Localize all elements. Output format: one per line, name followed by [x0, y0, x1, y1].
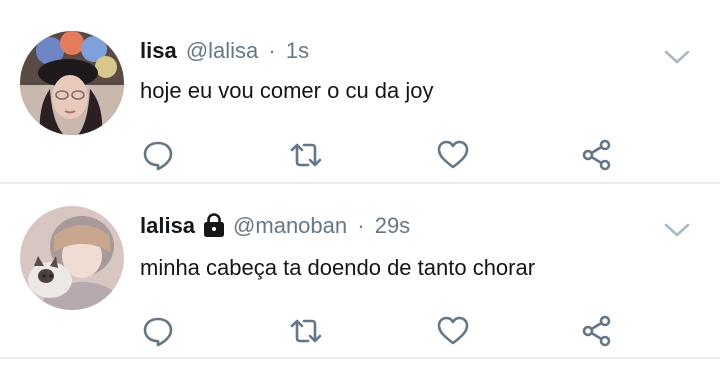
tweet-item[interactable]: lalisa @manoban · 29s minha cabeça ta doe…: [0, 0, 720, 358]
retweet-button[interactable]: [289, 314, 323, 348]
reply-button[interactable]: [141, 314, 175, 348]
separator: ·: [357, 213, 365, 238]
tweet-header: lalisa @manoban · 29s: [140, 212, 410, 239]
retweet-icon: [289, 314, 323, 348]
display-name[interactable]: lalisa: [140, 213, 195, 238]
lock-icon: [201, 212, 227, 238]
user-handle[interactable]: @manoban: [233, 213, 347, 238]
tweet-text: minha cabeça ta doendo de tanto chorar: [140, 255, 536, 280]
share-button[interactable]: [580, 314, 614, 348]
avatar[interactable]: [20, 206, 124, 310]
reply-icon: [141, 314, 175, 348]
chevron-down-icon[interactable]: [664, 222, 690, 238]
heart-icon: [436, 314, 470, 348]
share-icon: [580, 314, 614, 348]
timestamp[interactable]: 29s: [375, 213, 410, 238]
divider: [0, 357, 720, 359]
like-button[interactable]: [436, 314, 470, 348]
